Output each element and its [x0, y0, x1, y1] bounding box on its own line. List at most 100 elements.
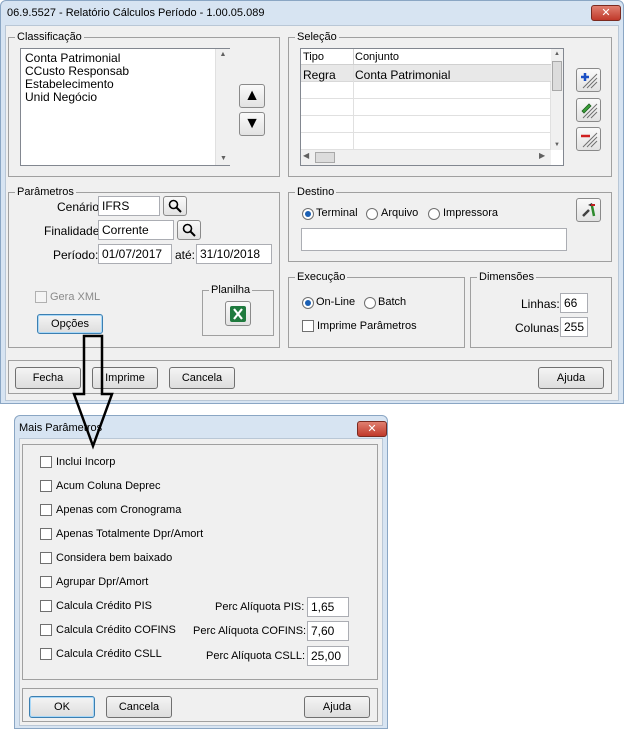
column-header-tipo[interactable]: Tipo	[303, 51, 324, 63]
vertical-scrollbar[interactable]: ▲ ▼	[551, 49, 563, 150]
execucao-batch-radio[interactable]	[364, 297, 376, 309]
table-row[interactable]: Regra Conta Patrimonial	[301, 65, 551, 82]
selecao-grid[interactable]: Tipo Conjunto Regra Conta Patrimonial ▲ …	[300, 48, 564, 166]
main-close-button[interactable]: ✕	[591, 5, 621, 21]
planilha-legend: Planilha	[211, 284, 251, 296]
classificacao-legend: Classificação	[17, 31, 82, 43]
perc-cofins-input[interactable]: 7,60	[307, 621, 349, 641]
dialog-cancela-button[interactable]: Cancela	[106, 696, 172, 718]
scroll-thumb[interactable]	[552, 61, 562, 91]
header-divider	[353, 49, 354, 65]
dialog-ajuda-button[interactable]: Ajuda	[304, 696, 370, 718]
agrupar-dpr-amort-checkbox[interactable]	[40, 576, 52, 588]
cenario-input[interactable]: IFRS	[98, 196, 160, 216]
calcula-credito-pis-checkbox[interactable]	[40, 600, 52, 612]
scroll-right-icon[interactable]: ▶	[539, 151, 545, 160]
destino-impressora-label: Impressora	[443, 207, 499, 219]
finalidade-search-button[interactable]	[177, 220, 201, 240]
grid-lines	[301, 82, 551, 150]
scroll-up-icon[interactable]: ▲	[216, 49, 230, 61]
arrow-down-icon: ▼	[244, 115, 260, 132]
remove-icon	[580, 132, 597, 148]
apenas-totalmente-checkbox[interactable]	[40, 528, 52, 540]
inclui-incorp-checkbox[interactable]	[40, 456, 52, 468]
move-up-button[interactable]: ▲	[239, 84, 265, 108]
considera-bem-baixado-label: Considera bem baixado	[56, 552, 173, 564]
periodo-end-input[interactable]: 31/10/2018	[196, 244, 272, 264]
add-selection-button[interactable]	[576, 68, 601, 92]
destino-terminal-radio[interactable]	[302, 208, 314, 220]
linhas-input[interactable]: 66	[560, 293, 588, 313]
cell-conjunto: Conta Patrimonial	[355, 68, 451, 82]
finalidade-input[interactable]: Corrente	[98, 220, 174, 240]
list-item[interactable]: Unid Negócio	[25, 90, 97, 104]
dialog-close-button[interactable]: ✕	[357, 421, 387, 437]
destino-path-input[interactable]	[301, 228, 567, 251]
add-icon	[580, 73, 597, 89]
opcoes-button[interactable]: Opções	[37, 314, 103, 334]
colunas-label: Colunas:	[515, 321, 563, 335]
destino-config-button[interactable]	[576, 198, 601, 222]
acum-coluna-deprec-checkbox[interactable]	[40, 480, 52, 492]
agrupar-dpr-amort-label: Agrupar Dpr/Amort	[56, 576, 149, 588]
list-item[interactable]: CCusto Responsab	[25, 64, 129, 78]
edit-icon	[580, 103, 597, 119]
apenas-totalmente-label: Apenas Totalmente Dpr/Amort	[56, 528, 204, 540]
dimensoes-legend: Dimensões	[479, 271, 535, 283]
periodo-start-input[interactable]: 01/07/2017	[98, 244, 172, 264]
imprime-parametros-label: Imprime Parâmetros	[317, 320, 417, 332]
destino-legend: Destino	[297, 186, 335, 198]
imprime-parametros-checkbox[interactable]	[302, 320, 314, 332]
ajuda-button[interactable]: Ajuda	[538, 367, 604, 389]
perc-pis-input[interactable]: 1,65	[307, 597, 349, 617]
search-icon	[168, 199, 182, 213]
planilha-excel-button[interactable]	[225, 301, 251, 326]
horizontal-scrollbar[interactable]: ◀ ▶	[301, 150, 551, 165]
execucao-batch-label: Batch	[378, 296, 407, 308]
perc-csll-label: Perc Alíquota CSLL:	[206, 650, 306, 662]
calcula-credito-cofins-checkbox[interactable]	[40, 624, 52, 636]
column-header-conjunto[interactable]: Conjunto	[355, 51, 399, 63]
scroll-up-icon[interactable]: ▲	[551, 49, 563, 59]
apenas-cronograma-label: Apenas com Cronograma	[56, 504, 182, 516]
classificacao-list[interactable]: Conta Patrimonial CCusto Responsab Estab…	[20, 48, 230, 166]
periodo-label: Período:	[53, 248, 99, 262]
close-icon: ✕	[367, 423, 377, 435]
perc-csll-input[interactable]: 25,00	[307, 646, 349, 666]
destino-arquivo-radio[interactable]	[366, 208, 378, 220]
execucao-online-radio[interactable]	[302, 297, 314, 309]
destino-impressora-radio[interactable]	[428, 208, 440, 220]
remove-selection-button[interactable]	[576, 127, 601, 151]
finalidade-label: Finalidade:	[44, 224, 103, 238]
cenario-label: Cenário:	[57, 200, 103, 214]
search-icon	[182, 223, 196, 237]
list-scrollbar[interactable]: ▲ ▼	[215, 49, 230, 165]
gera-xml-checkbox[interactable]	[35, 291, 47, 303]
parametros-legend: Parâmetros	[17, 186, 74, 198]
cancela-button[interactable]: Cancela	[169, 367, 235, 389]
list-item[interactable]: Conta Patrimonial	[25, 51, 120, 65]
acum-coluna-deprec-label: Acum Coluna Deprec	[56, 480, 161, 492]
move-down-button[interactable]: ▼	[239, 112, 265, 136]
grid-header: Tipo Conjunto	[301, 49, 551, 65]
colunas-input[interactable]: 255	[560, 317, 588, 337]
ate-label: até:	[175, 248, 196, 262]
gera-xml-label: Gera XML	[50, 291, 101, 303]
scroll-thumb[interactable]	[315, 152, 335, 163]
perc-cofins-label: Perc Alíquota COFINS:	[193, 625, 307, 637]
linhas-label: Linhas:	[521, 297, 560, 311]
scroll-left-icon[interactable]: ◀	[303, 151, 309, 160]
destino-arquivo-label: Arquivo	[381, 207, 419, 219]
main-title: 06.9.5527 - Relatório Cálculos Período -…	[7, 7, 265, 19]
considera-bem-baixado-checkbox[interactable]	[40, 552, 52, 564]
scroll-down-icon[interactable]: ▼	[551, 140, 563, 150]
cenario-search-button[interactable]	[163, 196, 187, 216]
calcula-credito-csll-checkbox[interactable]	[40, 648, 52, 660]
list-item[interactable]: Estabelecimento	[25, 77, 114, 91]
selecao-legend: Seleção	[297, 31, 337, 43]
apenas-cronograma-checkbox[interactable]	[40, 504, 52, 516]
close-icon: ✕	[601, 7, 611, 19]
edit-selection-button[interactable]	[576, 98, 601, 122]
dialog-ok-button[interactable]: OK	[29, 696, 95, 718]
scroll-down-icon[interactable]: ▼	[216, 153, 231, 165]
